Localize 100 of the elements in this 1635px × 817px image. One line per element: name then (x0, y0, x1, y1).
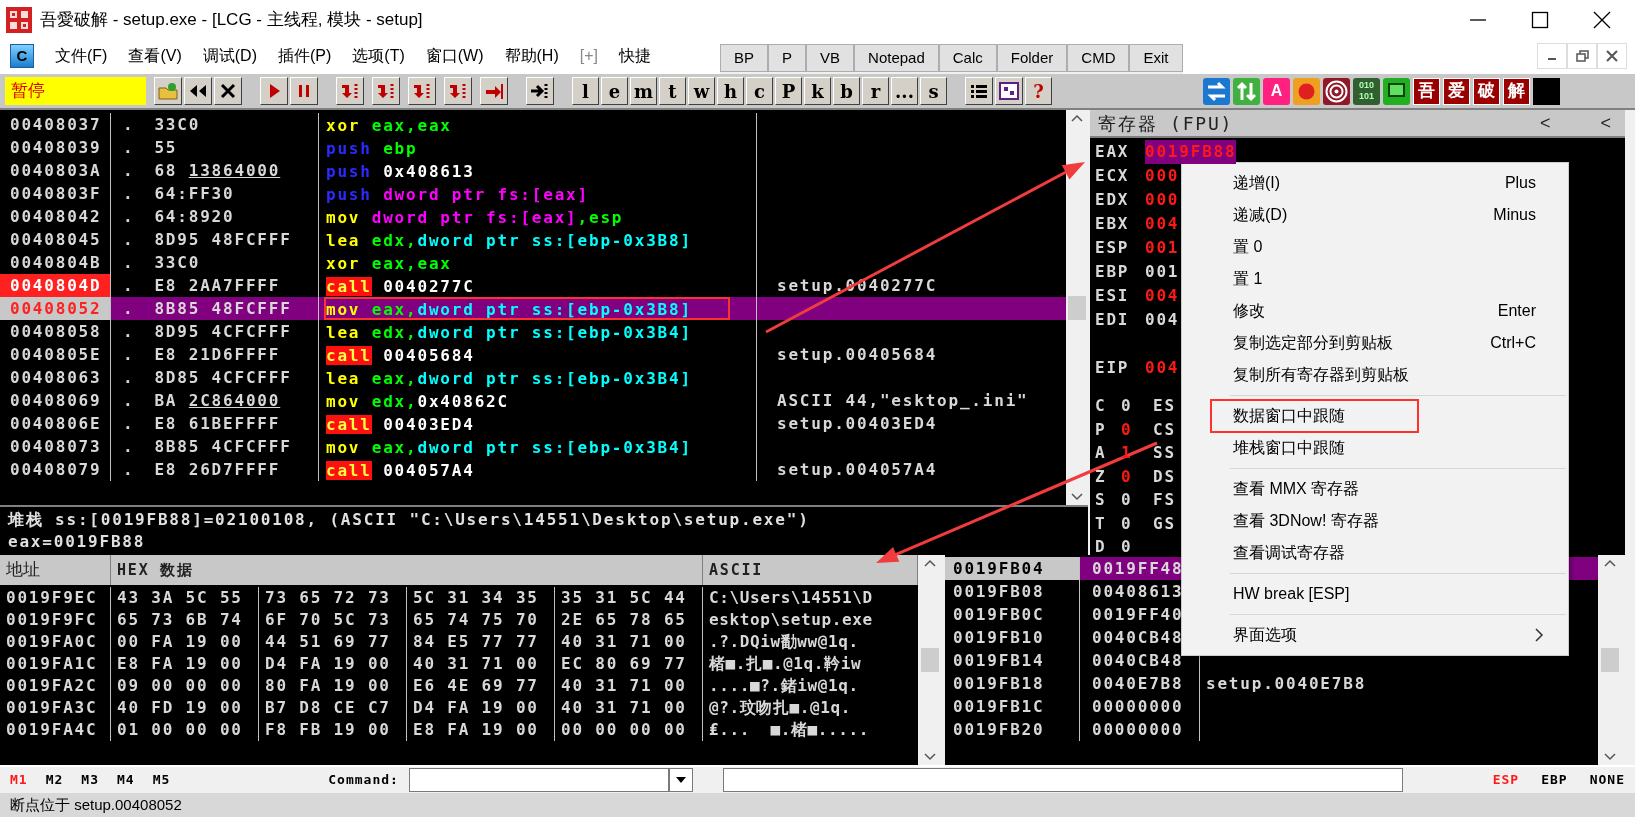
scrollbar-thumb[interactable] (1068, 295, 1086, 320)
toolbar-button[interactable] (154, 77, 182, 105)
disassembly-row[interactable]: 00408039 . 55 push ebp (0, 136, 1066, 159)
disassembly-row[interactable]: 00408063 . 8D85 4CFCFFF lea eax,dword ptr ss:[ebp-0x3B4] (0, 366, 1066, 389)
close-icon[interactable] (1593, 11, 1611, 29)
context-menu-item[interactable]: 复制所有寄存器到剪贴板 (1182, 359, 1568, 391)
memory-tab[interactable]: M5 (152, 770, 171, 790)
context-menu-item[interactable]: 置 1 (1182, 263, 1568, 295)
scrollbar[interactable] (1066, 110, 1088, 505)
restore-icon[interactable] (1574, 48, 1590, 64)
flag-value[interactable]: 0 (1121, 394, 1153, 418)
column-header[interactable]: 地址 (0, 555, 111, 585)
register-value[interactable]: 000 (1145, 164, 1180, 188)
register-value[interactable]: 000 (1145, 188, 1180, 212)
disassembly-row[interactable]: 00408069 . BA 2C864000 mov edx,0x40862C ASCII 44,"esktop_.ini" (0, 389, 1066, 412)
close-icon[interactable] (1604, 48, 1620, 64)
register-value[interactable]: 004 (1145, 212, 1180, 236)
toolbar-button[interactable]: w (688, 77, 715, 105)
toolbar-button[interactable]: 解 (1503, 77, 1530, 105)
stack-mode-tab[interactable]: NONE (1589, 770, 1625, 790)
flag-value[interactable]: 0 (1121, 511, 1153, 535)
disassembly-row[interactable]: 00408052 . 8B85 48FCFFF mov eax,dword ptr ss:[ebp-0x3B8] (0, 297, 1066, 320)
disassembly-row[interactable]: 00408037 . 33C0 xor eax,eax (0, 113, 1066, 136)
context-menu-item[interactable]: 复制选定部分到剪贴板 Ctrl+C (1182, 327, 1568, 359)
toolbar-button[interactable]: ... (891, 77, 918, 105)
toolbar-button[interactable]: 爱 (1443, 77, 1470, 105)
menu-item[interactable]: 快捷 (618, 44, 651, 68)
toolbar-button[interactable]: 吾 (1413, 77, 1440, 105)
column-header[interactable]: HEX 数据 (111, 555, 703, 585)
register-value[interactable]: 004 (1145, 356, 1180, 380)
stack-row[interactable]: 0019FB18 0040E7B8 setup.0040E7B8 (945, 672, 1598, 695)
context-menu-item[interactable]: 递减(D) Minus (1182, 199, 1568, 231)
stack-row[interactable]: 0019FB1C 00000000 (945, 695, 1598, 718)
quick-button[interactable]: VB (806, 44, 855, 72)
swatch-button[interactable] (1533, 77, 1560, 105)
flag-value[interactable]: 0 (1121, 488, 1153, 512)
register-value[interactable]: 004 (1145, 284, 1180, 308)
menu-item[interactable]: 插件(P) (278, 44, 332, 68)
toolbar-button[interactable]: h (717, 77, 744, 105)
toolbar-button[interactable]: m (630, 77, 657, 105)
toolbar-button[interactable] (480, 77, 508, 105)
flag-value[interactable]: 0 (1121, 464, 1153, 488)
menu-item[interactable]: 文件(F) (55, 44, 108, 68)
swap-arrows-icon[interactable] (1203, 77, 1230, 105)
maximize-icon[interactable] (1531, 11, 1549, 29)
menu-item[interactable]: 窗口(W) (425, 44, 484, 68)
up-down-arrows-icon[interactable] (1233, 77, 1260, 105)
menu-item[interactable]: 查看(V) (128, 44, 182, 68)
toolbar-button[interactable] (336, 77, 364, 105)
toolbar-button[interactable]: k (804, 77, 831, 105)
context-menu-item[interactable]: 递增(I) Plus (1182, 167, 1568, 199)
memory-tab[interactable]: M2 (45, 770, 64, 790)
toolbar-button[interactable] (372, 77, 400, 105)
toolbar-button[interactable] (408, 77, 436, 105)
toolbar-button[interactable]: 破 (1473, 77, 1500, 105)
memory-tab[interactable]: M3 (81, 770, 99, 790)
context-menu-item[interactable]: 修改 Enter (1182, 295, 1568, 327)
toolbar-button[interactable] (214, 77, 242, 105)
menu-item[interactable]: 调试(D) (202, 44, 257, 68)
toolbar-button[interactable]: s (920, 77, 947, 105)
plugin-button[interactable]: A (1263, 77, 1290, 105)
toolbar-button[interactable] (184, 77, 212, 105)
quick-button[interactable]: Exit (1129, 44, 1183, 72)
stack-row[interactable]: 0019FB20 00000000 (945, 718, 1598, 741)
help-button[interactable]: ? (1025, 77, 1052, 105)
disassembly-row[interactable]: 0040806E . E8 61BEFFFF call 00403ED4 setup.00403ED4 (0, 412, 1066, 435)
nav-button[interactable]: < (1600, 109, 1611, 137)
disassembly-row[interactable]: 00408079 . E8 26D7FFFF call 004057A4 setup.004057A4 (0, 458, 1066, 481)
scrollbar-thumb[interactable] (921, 648, 939, 672)
disassembly-row[interactable]: 00408073 . 8B85 4CFCFFF mov eax,dword ptr ss:[ebp-0x3B4] (0, 435, 1066, 458)
quick-button[interactable]: Folder (996, 44, 1068, 72)
toolbar-button[interactable]: l (572, 77, 599, 105)
quick-button[interactable]: Calc (938, 44, 997, 72)
disassembly-row[interactable]: 0040805E . E8 21D6FFFF call 00405684 setup.00405684 (0, 343, 1066, 366)
toolbar-button[interactable]: P (775, 77, 802, 105)
flag-value[interactable]: 0 (1121, 417, 1153, 441)
menu-item[interactable]: 帮助(H) (504, 44, 559, 68)
toolbar-button[interactable] (260, 77, 288, 105)
menu-item[interactable]: 选项(T) (352, 44, 405, 68)
toolbar-button[interactable]: r (862, 77, 889, 105)
quick-button[interactable]: P (768, 44, 807, 72)
scrollbar-thumb[interactable] (1601, 648, 1619, 672)
target-icon[interactable] (1323, 77, 1350, 105)
command-field[interactable] (408, 768, 669, 792)
stack-mode-tab[interactable]: EBP (1541, 770, 1568, 790)
quick-button[interactable]: Notepad (854, 44, 939, 72)
quick-button[interactable]: BP (720, 44, 768, 72)
memory-tab[interactable]: M4 (116, 770, 135, 790)
context-menu-item[interactable]: 堆栈窗口中跟随 (1182, 432, 1568, 464)
register-value[interactable]: 004 (1145, 308, 1180, 332)
toolbar-button[interactable]: e (601, 77, 628, 105)
menu-item[interactable]: [+] (579, 44, 598, 68)
context-menu-item[interactable]: 置 0 (1182, 231, 1568, 263)
dropdown-button[interactable] (668, 768, 693, 792)
toolbar-button[interactable] (995, 77, 1023, 105)
window-icon[interactable] (1383, 77, 1410, 105)
toolbar-button[interactable] (290, 77, 318, 105)
binary-button[interactable]: 010 101 (1353, 77, 1380, 105)
context-menu-item[interactable]: 查看 3DNow! 寄存器 (1182, 505, 1568, 537)
flag-value[interactable]: 0 (1121, 535, 1153, 559)
